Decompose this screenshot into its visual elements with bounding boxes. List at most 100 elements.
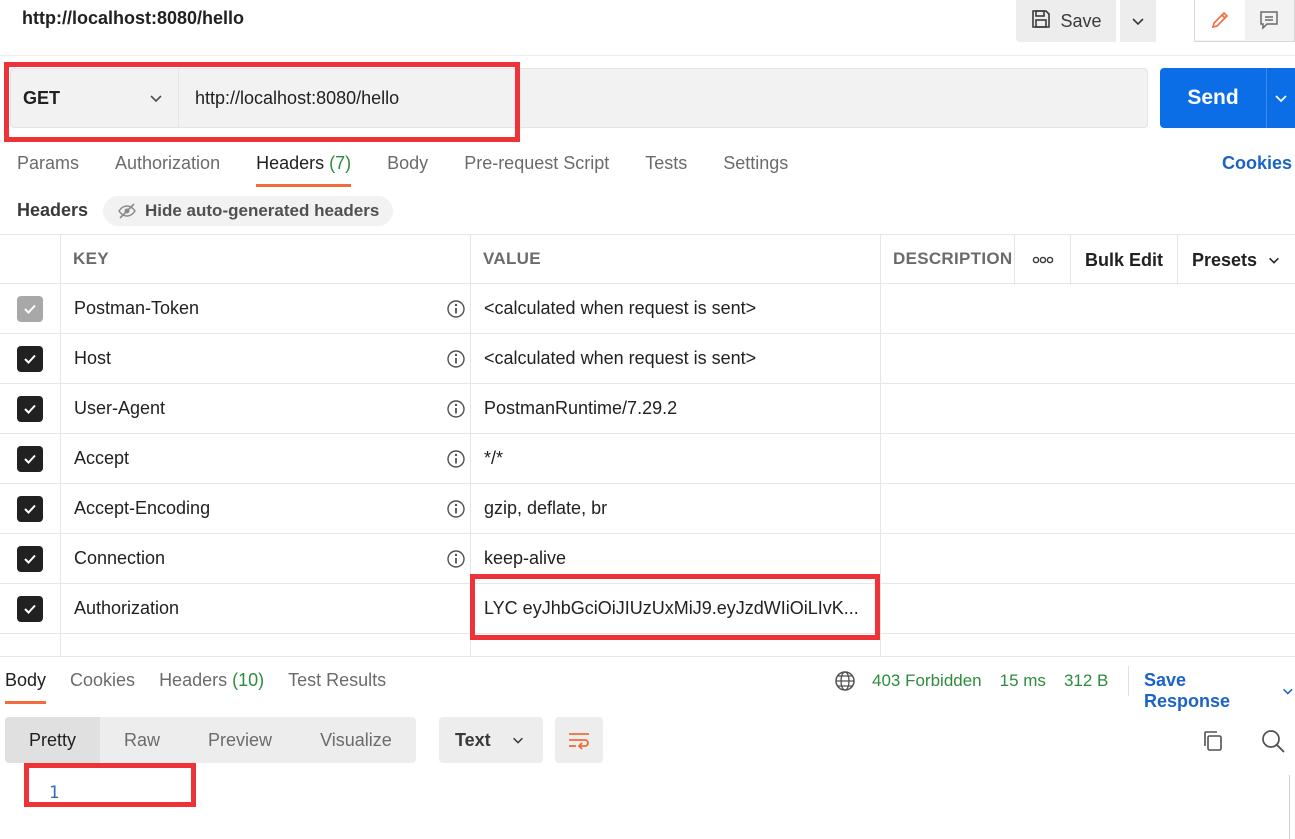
more-icon	[1032, 256, 1053, 264]
save-icon	[1030, 8, 1052, 35]
comment-mode-button[interactable]	[1245, 0, 1295, 40]
highlight-box-authorization	[470, 574, 880, 640]
editor-scrollbar[interactable]	[1289, 775, 1290, 839]
check-icon	[24, 554, 36, 564]
table-header-row: KEY VALUE DESCRIPTION Bulk Edit Presets	[0, 234, 1295, 285]
header-key[interactable]: Accept-Encoding	[61, 484, 471, 533]
response-meta-divider	[1128, 666, 1129, 696]
header-description[interactable]	[881, 384, 1295, 433]
save-button[interactable]: Save	[1016, 0, 1116, 42]
info-icon[interactable]	[446, 549, 466, 569]
pencil-icon	[1211, 11, 1228, 29]
table-tools: Bulk Edit Presets	[1014, 235, 1295, 285]
header-value[interactable]: <calculated when request is sent>	[471, 284, 881, 333]
header-check-col	[0, 235, 61, 283]
cookies-link[interactable]: Cookies	[1222, 153, 1292, 174]
header-key[interactable]: User-Agent	[61, 384, 471, 433]
header-value[interactable]: <calculated when request is sent>	[471, 334, 881, 383]
tab-headers[interactable]: Headers (7)	[256, 153, 352, 187]
check-icon	[24, 354, 36, 364]
status-code[interactable]: 403 Forbidden	[872, 671, 982, 691]
chevron-down-icon	[1283, 688, 1293, 695]
hide-auto-headers-toggle[interactable]: Hide auto-generated headers	[103, 196, 394, 226]
view-mode-raw[interactable]: Raw	[100, 717, 184, 763]
format-select[interactable]: Text	[439, 717, 543, 763]
info-icon[interactable]	[446, 499, 466, 519]
response-size[interactable]: 312 B	[1064, 671, 1108, 691]
tab-authorization[interactable]: Authorization	[115, 153, 220, 187]
eye-off-icon	[118, 203, 136, 219]
header-value[interactable]: */*	[471, 434, 881, 483]
header-key[interactable]: Postman-Token	[61, 284, 471, 333]
row-checkbox[interactable]	[17, 545, 43, 572]
save-options-button[interactable]	[1120, 0, 1156, 42]
header-key[interactable]: Connection	[61, 534, 471, 583]
tab-body[interactable]: Body	[387, 153, 428, 187]
header-value[interactable]: PostmanRuntime/7.29.2	[471, 384, 881, 433]
headers-count: (7)	[329, 153, 352, 173]
header-description[interactable]	[881, 434, 1295, 483]
header-description[interactable]	[881, 484, 1295, 533]
send-options-button[interactable]	[1266, 68, 1295, 128]
mode-switcher	[1194, 0, 1295, 42]
header-key[interactable]: Host	[61, 334, 471, 383]
save-group: Save	[1016, 0, 1156, 42]
view-mode-preview[interactable]: Preview	[184, 717, 296, 763]
save-response-button[interactable]: Save Response	[1144, 670, 1295, 712]
info-icon[interactable]	[446, 449, 466, 469]
response-tab-body[interactable]: Body	[5, 670, 47, 704]
header-description[interactable]	[881, 284, 1295, 333]
save-response-label: Save Response	[1144, 670, 1231, 711]
header-key[interactable]: Authorization	[61, 584, 471, 633]
edit-mode-button[interactable]	[1195, 0, 1245, 40]
format-label: Text	[455, 729, 491, 750]
response-meta: 403 Forbidden 15 ms 312 B	[834, 670, 1108, 692]
row-checkbox[interactable]	[17, 295, 43, 322]
view-mode-selector: Pretty Raw Preview Visualize	[5, 717, 416, 763]
response-tab-test-results[interactable]: Test Results	[288, 670, 386, 704]
save-label: Save	[1060, 10, 1102, 31]
info-icon[interactable]	[446, 349, 466, 369]
table-row: Postman-Token <calculated when request i…	[0, 284, 1295, 334]
row-checkbox[interactable]	[17, 495, 43, 522]
table-row: Accept-Encoding gzip, deflate, br	[0, 484, 1295, 534]
copy-icon[interactable]	[1200, 728, 1226, 759]
send-button[interactable]: Send	[1160, 68, 1266, 128]
check-icon	[24, 454, 36, 464]
column-header-value: VALUE	[471, 235, 881, 283]
response-tab-cookies[interactable]: Cookies	[70, 670, 135, 704]
row-checkbox[interactable]	[17, 445, 43, 472]
presets-button[interactable]: Presets	[1177, 235, 1295, 285]
view-mode-visualize[interactable]: Visualize	[296, 717, 416, 763]
more-options-button[interactable]	[1014, 235, 1070, 285]
row-checkbox[interactable]	[17, 395, 43, 422]
response-time[interactable]: 15 ms	[1000, 671, 1046, 691]
response-tab-headers[interactable]: Headers (10)	[159, 670, 264, 704]
bulk-edit-button[interactable]: Bulk Edit	[1070, 235, 1177, 285]
header-value[interactable]: gzip, deflate, br	[471, 484, 881, 533]
row-checkbox[interactable]	[17, 595, 43, 622]
tab-params[interactable]: Params	[17, 153, 79, 187]
column-header-key: KEY	[61, 235, 471, 283]
header-key[interactable]: Accept	[61, 434, 471, 483]
search-icon[interactable]	[1260, 728, 1286, 759]
header-description[interactable]	[881, 534, 1295, 583]
check-icon	[24, 404, 36, 414]
globe-icon[interactable]	[834, 670, 856, 692]
top-divider	[0, 55, 1295, 56]
wrap-lines-button[interactable]	[555, 717, 603, 763]
tab-tests[interactable]: Tests	[645, 153, 687, 187]
hide-auto-headers-label: Hide auto-generated headers	[145, 201, 380, 220]
tab-pre-request-script[interactable]: Pre-request Script	[464, 153, 609, 187]
header-description[interactable]	[881, 584, 1295, 633]
info-icon[interactable]	[446, 299, 466, 319]
tab-settings[interactable]: Settings	[723, 153, 788, 187]
info-icon[interactable]	[446, 399, 466, 419]
highlight-box-url	[4, 62, 520, 142]
table-row: Host <calculated when request is sent>	[0, 334, 1295, 384]
header-description[interactable]	[881, 334, 1295, 383]
row-checkbox[interactable]	[17, 345, 43, 372]
response-headers-count: (10)	[232, 670, 265, 690]
table-row: Accept */*	[0, 434, 1295, 484]
view-mode-pretty[interactable]: Pretty	[5, 717, 101, 763]
